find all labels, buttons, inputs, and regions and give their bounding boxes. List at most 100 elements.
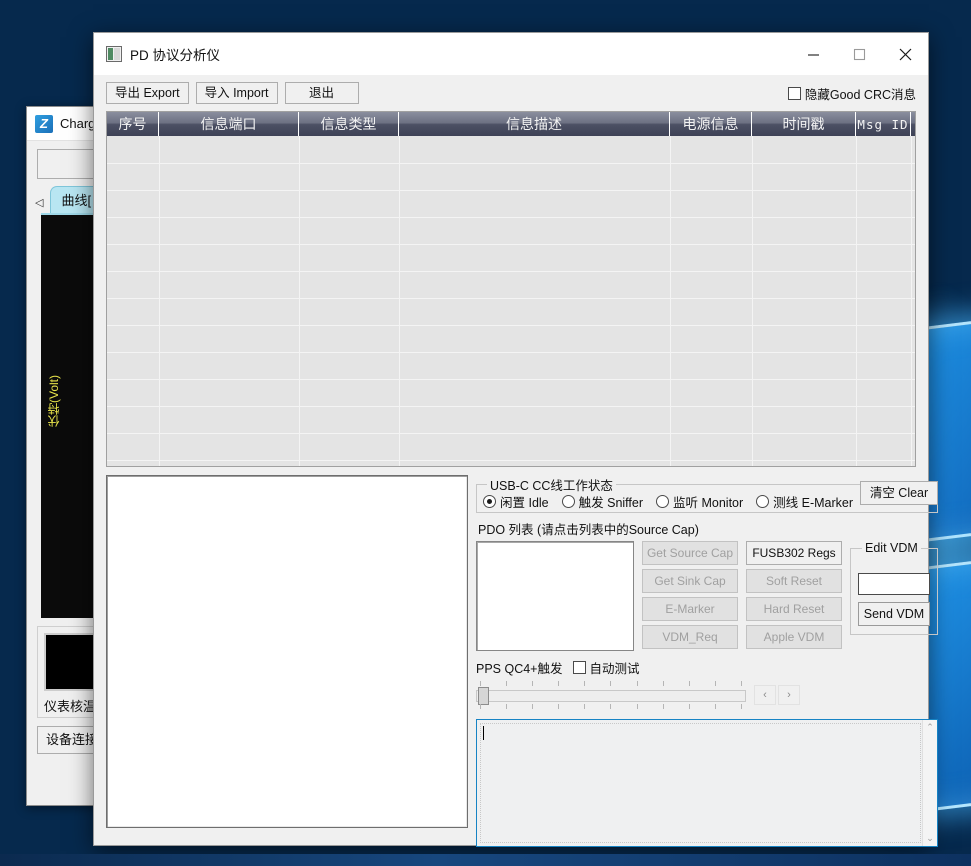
table-header-cell[interactable]: 序号 <box>107 112 159 136</box>
pps-label: PPS QC4+触发 <box>476 658 563 677</box>
tab-prev-arrow-icon[interactable]: ◁ <box>33 196 47 213</box>
table-column-divider <box>911 136 912 466</box>
pd-analyzer-window: PD 协议分析仪 导出 Export 导入 Import 退出 隐藏Good C… <box>93 32 929 846</box>
auto-test-checkbox[interactable]: 自动测试 <box>573 658 640 677</box>
scroll-down-icon[interactable]: ⌄ <box>926 831 934 846</box>
slider-tick <box>532 704 533 709</box>
table-row-divider <box>107 379 915 380</box>
slider-tick <box>610 681 611 686</box>
edit-vdm-legend: Edit VDM <box>862 541 921 555</box>
command-button: Get Sink Cap <box>642 569 738 593</box>
table-body[interactable] <box>107 136 915 466</box>
pdo-list[interactable] <box>476 541 634 651</box>
chevron-left-icon[interactable]: ‹ <box>754 685 776 705</box>
table-column-divider <box>399 136 400 466</box>
log-textarea[interactable]: ⌃ ⌄ <box>476 719 938 847</box>
chevron-right-icon[interactable]: › <box>778 685 800 705</box>
slider-ticks-bottom <box>480 704 742 709</box>
close-icon[interactable] <box>882 33 928 75</box>
command-button: Get Source Cap <box>642 541 738 565</box>
export-button[interactable]: 导出 Export <box>106 82 189 104</box>
table-row-divider <box>107 217 915 218</box>
slider-tick <box>532 681 533 686</box>
table-column-divider <box>299 136 300 466</box>
window-title: PD 协议分析仪 <box>130 44 220 64</box>
vdm-input[interactable] <box>858 573 930 595</box>
slider-tick <box>637 704 638 709</box>
table-row-divider <box>107 298 915 299</box>
command-button: VDM_Req <box>642 625 738 649</box>
radio-icon[interactable] <box>756 495 769 508</box>
slider-tick <box>689 704 690 709</box>
command-buttons-left: Get Source Cap Get Sink Cap E-Marker VDM_Re… <box>642 541 738 649</box>
radio-icon[interactable] <box>656 495 669 508</box>
table-column-divider <box>670 136 671 466</box>
slider-tick <box>689 681 690 686</box>
titlebar: PD 协议分析仪 <box>94 33 928 75</box>
message-table[interactable]: 序号信息端口信息类型信息描述电源信息时间戳Msg ID <box>106 111 916 467</box>
log-inner-border <box>480 723 921 843</box>
pdo-list-label: PDO 列表 (请点击列表中的Source Cap) <box>478 519 938 538</box>
slider-thumb[interactable] <box>478 687 489 705</box>
text-caret <box>483 726 484 740</box>
table-header-row: 序号信息端口信息类型信息描述电源信息时间戳Msg ID <box>107 112 915 136</box>
decoded-detail-panel[interactable] <box>106 475 468 828</box>
slider-tick <box>558 704 559 709</box>
command-button: E-Marker <box>642 597 738 621</box>
taskbar[interactable] <box>0 854 971 866</box>
edit-vdm-group: Edit VDM Send VDM <box>850 541 938 635</box>
slider-track[interactable] <box>476 690 746 702</box>
exit-button[interactable]: 退出 <box>285 82 359 104</box>
slider-tick <box>480 681 481 686</box>
table-header-cell[interactable] <box>911 112 916 136</box>
table-row-divider <box>107 352 915 353</box>
cc-state-radio-label: 闲置 Idle <box>500 492 549 511</box>
table-header-cell[interactable]: 电源信息 <box>670 112 752 136</box>
checkbox-icon[interactable] <box>788 87 801 100</box>
slider-tick <box>663 681 664 686</box>
pps-slider[interactable] <box>476 679 746 711</box>
maximize-icon[interactable] <box>836 33 882 75</box>
table-column-divider <box>856 136 857 466</box>
table-header-cell[interactable]: Msg ID <box>856 112 911 136</box>
hide-good-crc-checkbox[interactable]: 隐藏Good CRC消息 <box>788 84 916 103</box>
pps-stepper: ‹ › <box>754 685 800 705</box>
table-header-cell[interactable]: 信息端口 <box>159 112 299 136</box>
toolbar: 导出 Export 导入 Import 退出 隐藏Good CRC消息 <box>94 75 928 111</box>
hide-good-crc-label: 隐藏Good CRC消息 <box>805 84 916 103</box>
slider-tick <box>506 681 507 686</box>
table-header-cell[interactable]: 信息描述 <box>399 112 670 136</box>
cc-state-radio[interactable]: 闲置 Idle <box>483 492 549 511</box>
cc-state-radio-label: 监听 Monitor <box>673 492 743 511</box>
slider-tick <box>741 681 742 686</box>
slider-tick <box>741 704 742 709</box>
clear-button[interactable]: 清空 Clear <box>860 481 938 505</box>
command-button[interactable]: FUSB302 Regs <box>746 541 842 565</box>
cc-state-radio[interactable]: 监听 Monitor <box>656 492 743 511</box>
slider-tick <box>715 681 716 686</box>
send-vdm-button[interactable]: Send VDM <box>858 602 930 626</box>
cc-state-radio[interactable]: 测线 E-Marker <box>756 492 853 511</box>
table-header-cell[interactable]: 时间戳 <box>752 112 856 136</box>
command-button: Apple VDM <box>746 625 842 649</box>
slider-tick <box>715 704 716 709</box>
pps-row: PPS QC4+触发 自动测试 <box>476 658 938 677</box>
table-header-cell[interactable]: 信息类型 <box>299 112 399 136</box>
slider-tick <box>584 704 585 709</box>
background-window-title: Charg <box>60 116 95 131</box>
chart-y-axis-label: 伏特(Volt) <box>45 375 62 427</box>
import-button[interactable]: 导入 Import <box>196 82 278 104</box>
radio-icon[interactable] <box>562 495 575 508</box>
minimize-icon[interactable] <box>790 33 836 75</box>
z-logo-icon: Z <box>35 115 53 133</box>
cc-state-radio[interactable]: 触发 Sniffer <box>562 492 643 511</box>
log-scrollbar[interactable]: ⌃ ⌄ <box>922 720 937 846</box>
auto-test-label: 自动测试 <box>590 658 640 677</box>
checkbox-icon[interactable] <box>573 661 586 674</box>
scroll-up-icon[interactable]: ⌃ <box>926 720 934 735</box>
table-row-divider <box>107 460 915 461</box>
table-row-divider <box>107 433 915 434</box>
command-button: Hard Reset <box>746 597 842 621</box>
slider-tick <box>506 704 507 709</box>
radio-icon[interactable] <box>483 495 496 508</box>
